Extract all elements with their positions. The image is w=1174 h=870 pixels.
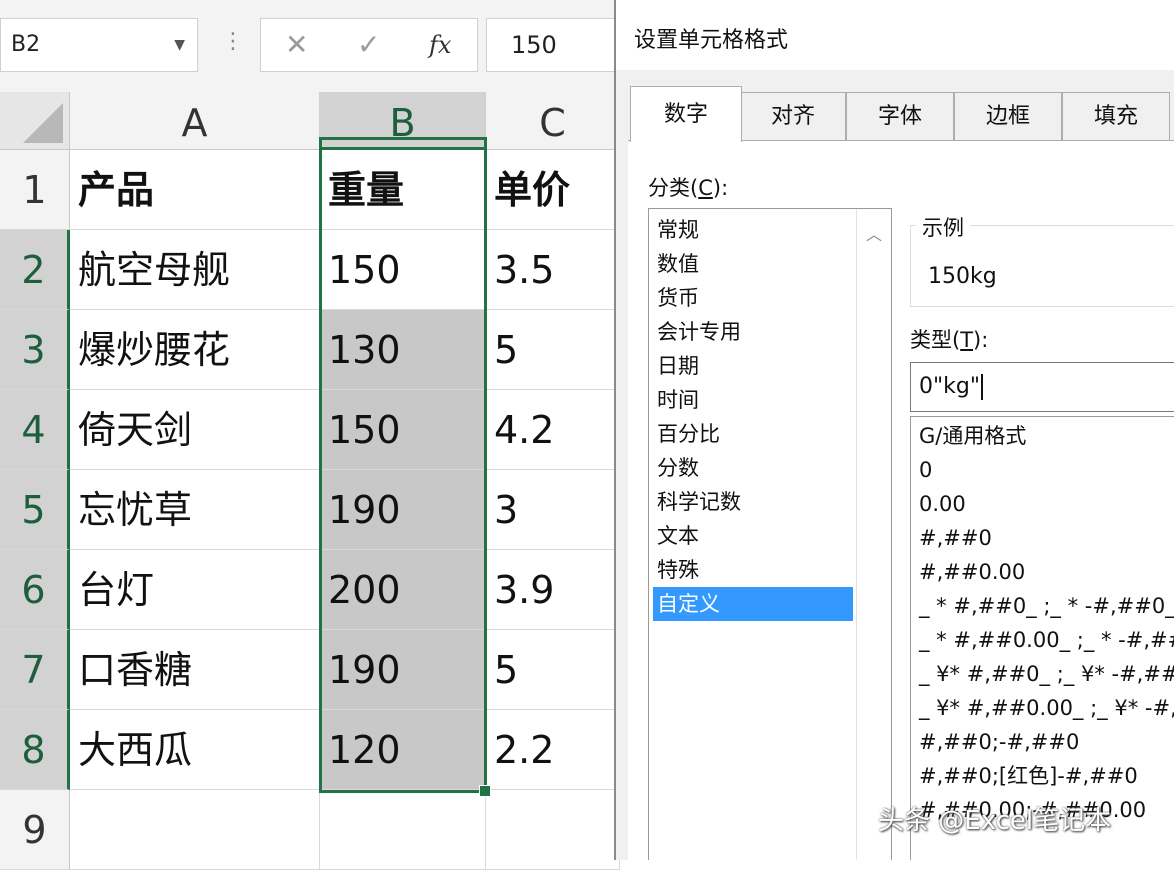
category-item-number[interactable]: 数值 — [653, 247, 853, 281]
format-item[interactable]: _ * #,##0_ ;_ * -#,##0_ — [919, 589, 1174, 623]
type-input[interactable]: 0"kg" — [910, 362, 1174, 412]
tab-alignment[interactable]: 对齐 — [740, 92, 846, 140]
column-header-b[interactable]: B — [320, 92, 486, 150]
cell-c3[interactable]: 5 — [486, 310, 620, 390]
row-header-6[interactable]: 6 — [0, 550, 70, 630]
name-box-value: B2 — [11, 32, 41, 57]
tab-border[interactable]: 边框 — [954, 92, 1062, 140]
row-header-3[interactable]: 3 — [0, 310, 70, 390]
category-item-scientific[interactable]: 科学记数 — [653, 485, 853, 519]
sample-value: 150kg — [928, 264, 997, 289]
cell-a7[interactable]: 口香糖 — [70, 630, 320, 710]
row-header-2[interactable]: 2 — [0, 230, 70, 310]
category-item-text[interactable]: 文本 — [653, 519, 853, 553]
format-item[interactable]: 0.00 — [919, 487, 966, 521]
cell-b6[interactable]: 200 — [320, 550, 486, 630]
tab-fill[interactable]: 填充 — [1062, 92, 1170, 140]
format-item[interactable]: #,##0 — [919, 521, 992, 555]
category-item-fraction[interactable]: 分数 — [653, 451, 853, 485]
category-item-time[interactable]: 时间 — [653, 383, 853, 417]
tab-number[interactable]: 数字 — [630, 86, 742, 142]
format-item[interactable]: _ * #,##0.00_ ;_ * -#,##0.00 — [919, 623, 1174, 657]
category-item-custom[interactable]: 自定义 — [653, 587, 853, 621]
column-header-c[interactable]: C — [486, 92, 620, 150]
cell-b7[interactable]: 190 — [320, 630, 486, 710]
column-header-a[interactable]: A — [70, 92, 320, 150]
select-all-icon — [23, 103, 63, 143]
insert-function-icon[interactable]: fx — [429, 19, 451, 71]
format-item[interactable]: #,##0;-#,##0 — [919, 725, 1079, 759]
category-label: 分类(C): — [648, 176, 729, 200]
row-header-5[interactable]: 5 — [0, 470, 70, 550]
enter-icon[interactable]: ✓ — [357, 19, 380, 71]
fill-handle[interactable] — [479, 785, 491, 797]
cell-c5[interactable]: 3 — [486, 470, 620, 550]
format-item[interactable]: _ ¥* #,##0.00_ ;_ ¥* -#,##0.00 — [919, 691, 1174, 725]
format-cells-dialog: 设置单元格格式 数字 对齐 字体 边框 填充 分类(C): 常规 数值 货币 会… — [614, 0, 1174, 860]
format-list[interactable]: G/通用格式 0 0.00 #,##0 #,##0.00 _ * #,##0_ … — [910, 416, 1174, 860]
tab-font[interactable]: 字体 — [846, 92, 954, 140]
format-item[interactable]: G/通用格式 — [919, 419, 1026, 453]
category-item-currency[interactable]: 货币 — [653, 281, 853, 315]
spreadsheet-grid: A B C 1 2 3 4 5 6 7 8 9 产品 重量 单价 航空母舰 15… — [0, 92, 620, 870]
formula-buttons: ✕ ✓ fx — [260, 18, 478, 72]
name-box[interactable]: B2 ▼ — [0, 18, 198, 72]
type-input-value: 0"kg" — [919, 374, 980, 399]
cell-c1[interactable]: 单价 — [486, 150, 620, 230]
category-item-accounting[interactable]: 会计专用 — [653, 315, 853, 349]
format-item[interactable]: 0 — [919, 453, 932, 487]
chevron-down-icon[interactable]: ▼ — [174, 19, 185, 71]
cell-a5[interactable]: 忘忧草 — [70, 470, 320, 550]
text-caret — [980, 374, 983, 400]
cell-a3[interactable]: 爆炒腰花 — [70, 310, 320, 390]
cell-c2[interactable]: 3.5 — [486, 230, 620, 310]
format-item[interactable]: #,##0.00 — [919, 555, 1025, 589]
row-header-9[interactable]: 9 — [0, 790, 70, 870]
cell-a2[interactable]: 航空母舰 — [70, 230, 320, 310]
cell-b2[interactable]: 150 — [320, 230, 486, 310]
cell-c8[interactable]: 2.2 — [486, 710, 620, 790]
cell-b4[interactable]: 150 — [320, 390, 486, 470]
row-header-8[interactable]: 8 — [0, 710, 70, 790]
watermark: 头条 @Excel笔记本 — [878, 806, 1112, 836]
cell-c9[interactable] — [486, 790, 620, 870]
more-options-icon: ⋮ — [222, 29, 244, 54]
cell-b8[interactable]: 120 — [320, 710, 486, 790]
category-scrollbar[interactable]: ︿ — [856, 209, 891, 860]
cell-b3[interactable]: 130 — [320, 310, 486, 390]
cell-c4[interactable]: 4.2 — [486, 390, 620, 470]
cell-c6[interactable]: 3.9 — [486, 550, 620, 630]
sample-label: 示例 — [916, 212, 970, 242]
category-item-special[interactable]: 特殊 — [653, 553, 853, 587]
select-all-button[interactable] — [0, 92, 70, 150]
cell-b5[interactable]: 190 — [320, 470, 486, 550]
category-list[interactable]: 常规 数值 货币 会计专用 日期 时间 百分比 分数 科学记数 文本 特殊 自定… — [648, 208, 892, 860]
row-header-1[interactable]: 1 — [0, 150, 70, 230]
type-label: 类型(T): — [910, 328, 989, 352]
cell-a9[interactable] — [70, 790, 320, 870]
cell-a8[interactable]: 大西瓜 — [70, 710, 320, 790]
format-item[interactable]: #,##0;[红色]-#,##0 — [919, 759, 1138, 793]
cell-b9[interactable] — [320, 790, 486, 870]
chevron-up-icon[interactable]: ︿ — [866, 221, 882, 245]
row-header-4[interactable]: 4 — [0, 390, 70, 470]
format-item[interactable]: _ ¥* #,##0_ ;_ ¥* -#,##0_ — [919, 657, 1174, 691]
cell-a1[interactable]: 产品 — [70, 150, 320, 230]
cell-b1[interactable]: 重量 — [320, 150, 486, 230]
row-header-7[interactable]: 7 — [0, 630, 70, 710]
dialog-title: 设置单元格格式 — [634, 28, 789, 53]
cell-a4[interactable]: 倚天剑 — [70, 390, 320, 470]
cancel-icon[interactable]: ✕ — [285, 19, 308, 71]
category-item-general[interactable]: 常规 — [653, 213, 853, 247]
category-item-date[interactable]: 日期 — [653, 349, 853, 383]
category-item-percentage[interactable]: 百分比 — [653, 417, 853, 451]
cell-a6[interactable]: 台灯 — [70, 550, 320, 630]
cell-c7[interactable]: 5 — [486, 630, 620, 710]
